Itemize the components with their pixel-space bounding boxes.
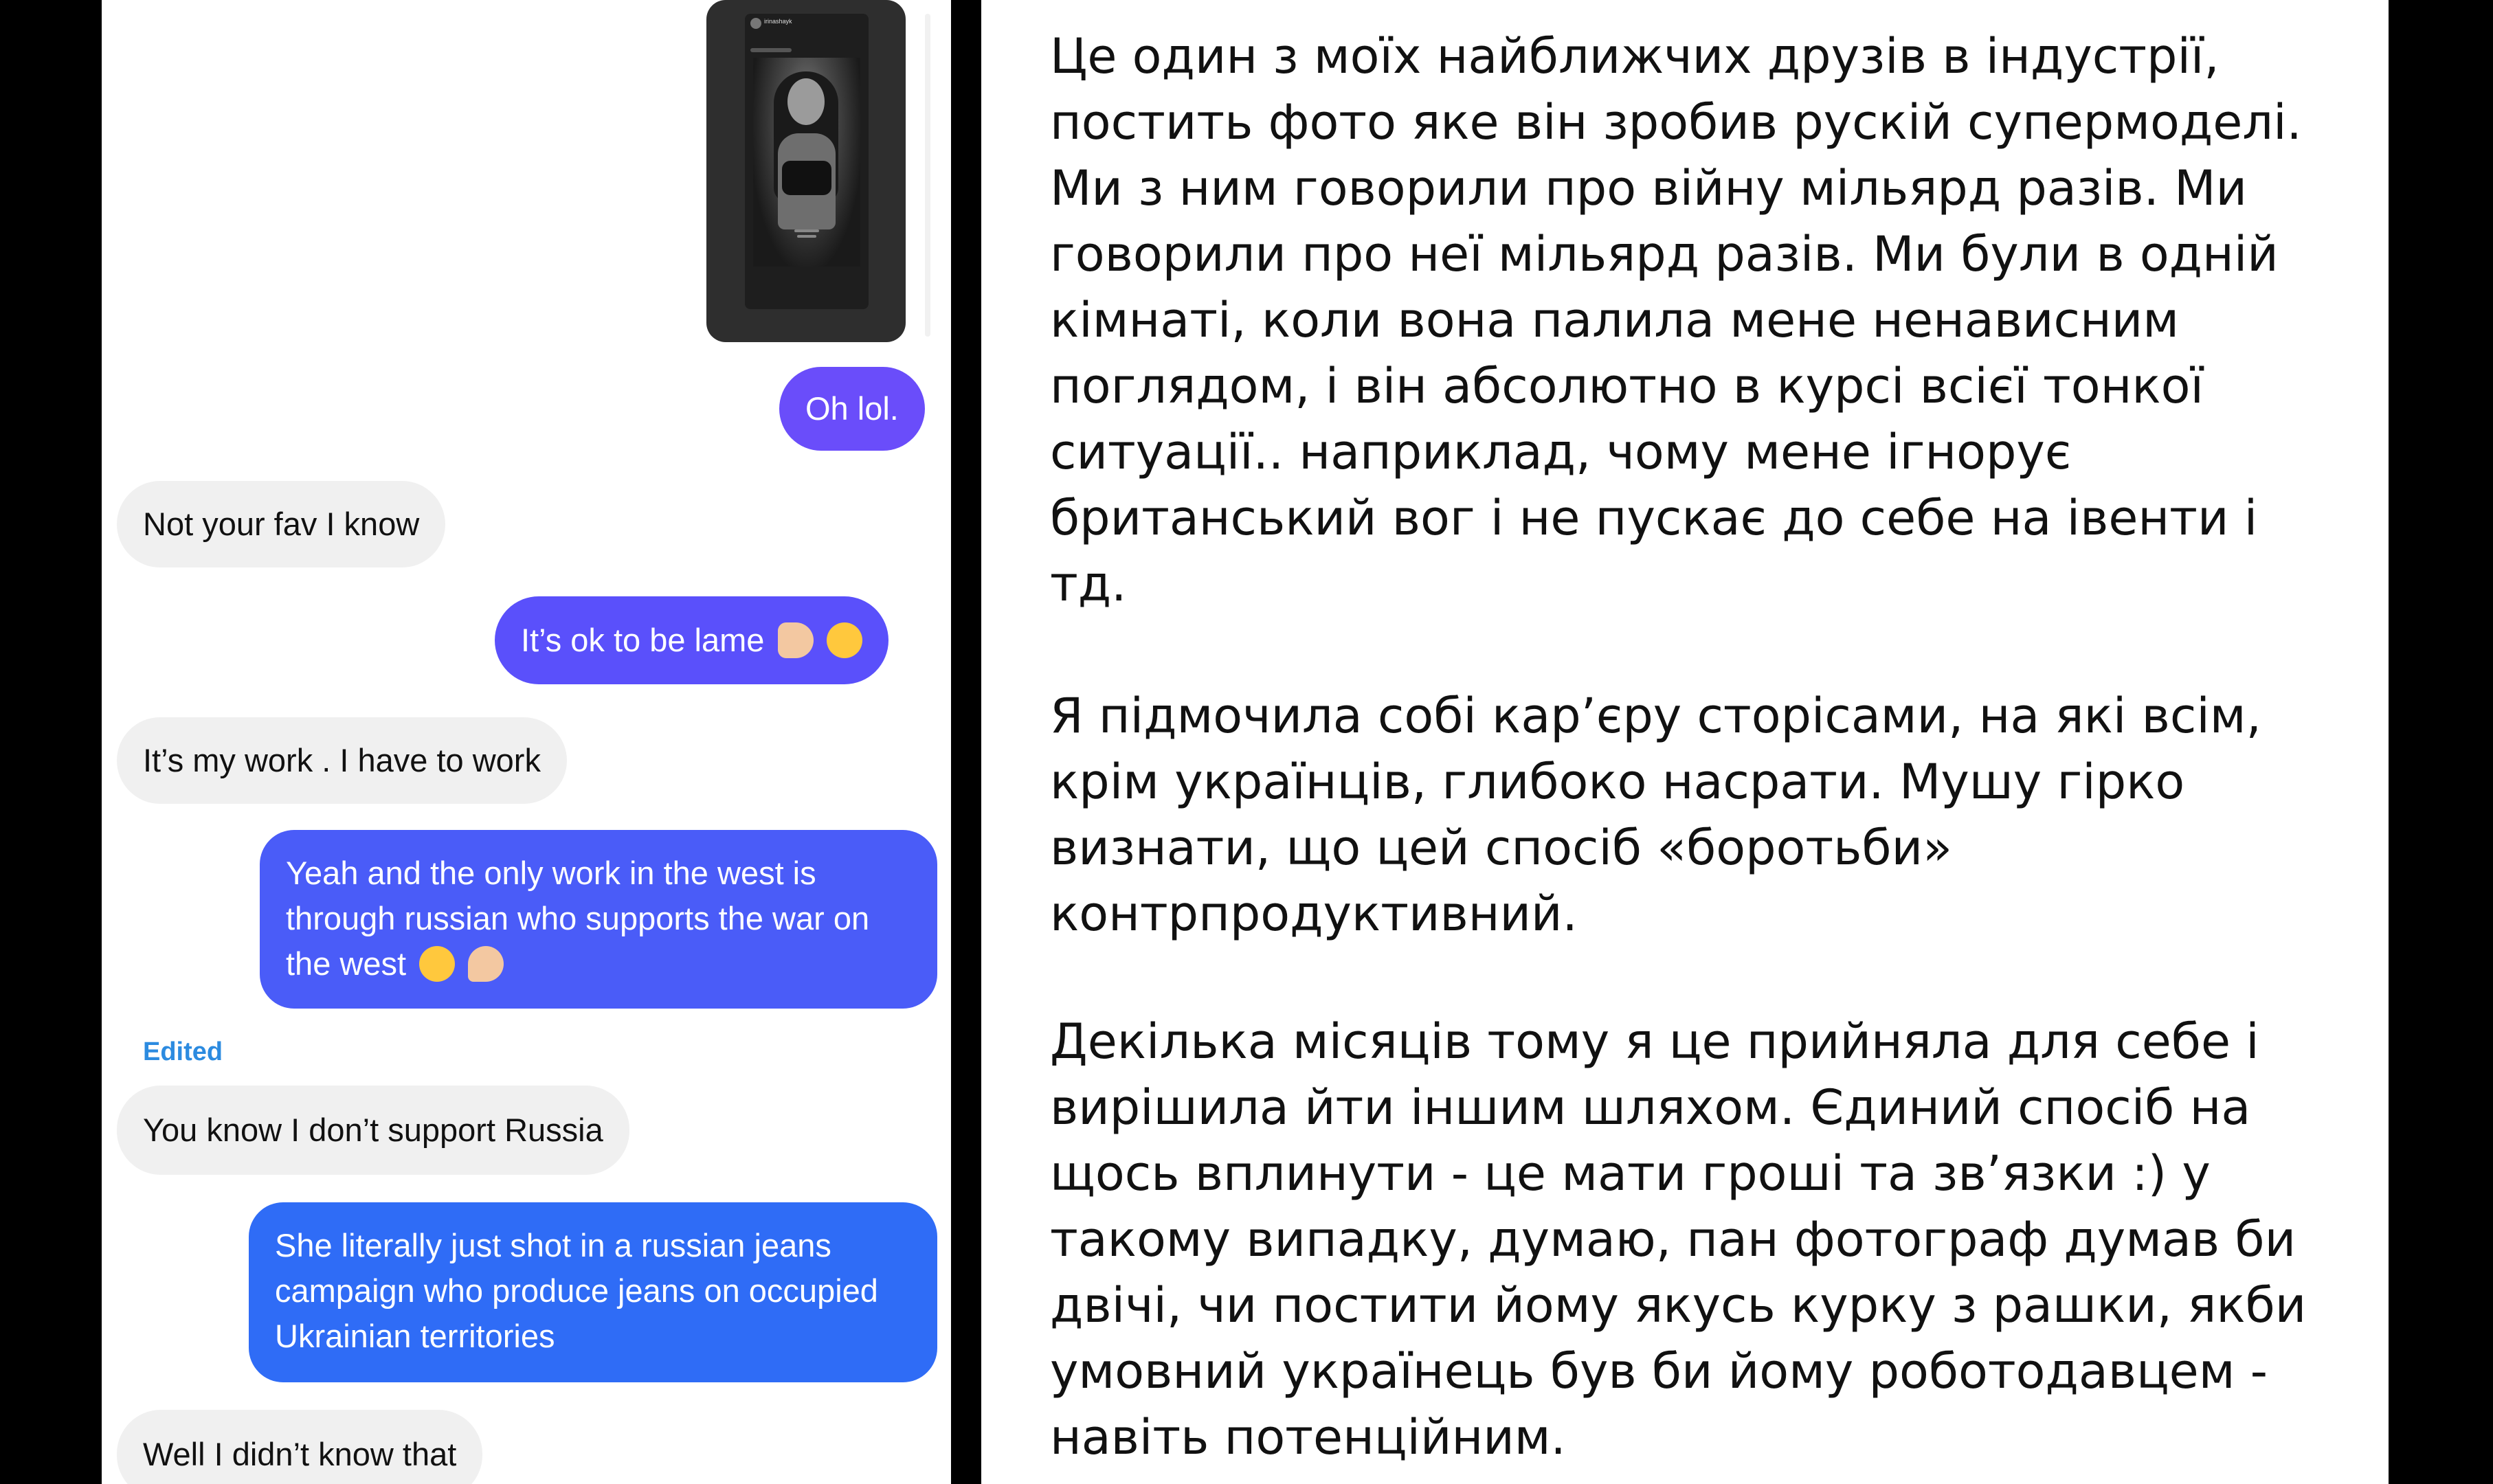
message-bubble-outgoing[interactable]: Oh lol. xyxy=(779,367,925,451)
story-photo xyxy=(753,58,860,267)
message-bubble-incoming[interactable]: Well I didn’t know that xyxy=(117,1410,483,1484)
story-preview: irinashayk xyxy=(745,14,869,309)
story-username: irinashayk xyxy=(764,18,792,25)
story-subtitle-placeholder xyxy=(750,48,792,52)
message-text: You know I don’t support Russia xyxy=(143,1112,603,1148)
message-text: Well I didn’t know that xyxy=(143,1436,457,1472)
photo-top xyxy=(782,161,831,195)
smiling-face-icon xyxy=(826,622,862,658)
message-text: It’s ok to be lame xyxy=(521,622,765,658)
story-avatar xyxy=(750,18,761,29)
chat-panel: irinashayk Oh lol. Not your fav I know I… xyxy=(102,0,951,1484)
post-text-panel: Це один з моїх найближчих друзів в індус… xyxy=(981,0,2389,1484)
photo-caption-line xyxy=(794,229,819,232)
message-bubble-incoming[interactable]: You know I don’t support Russia xyxy=(117,1086,629,1175)
message-bubble-outgoing[interactable]: Yeah and the only work in the west is th… xyxy=(260,830,937,1009)
photo-head xyxy=(787,78,825,125)
message-text: Oh lol. xyxy=(805,390,899,427)
post-paragraph: Я підмочила собі кар’єру сторісами, на я… xyxy=(1050,688,2261,942)
edited-label: Edited xyxy=(143,1037,223,1066)
shared-story-card[interactable]: irinashayk xyxy=(706,0,906,342)
laughing-face-icon xyxy=(419,945,456,982)
pinched-fingers-icon xyxy=(468,945,504,982)
post-paragraph: Декілька місяців тому я це прийняла для … xyxy=(1050,1013,2307,1465)
message-text: She literally just shot in a russian jea… xyxy=(275,1227,878,1354)
message-bubble-outgoing[interactable]: It’s ok to be lame xyxy=(495,596,888,684)
photo-caption-line xyxy=(797,235,816,238)
message-bubble-outgoing[interactable]: She literally just shot in a russian jea… xyxy=(249,1202,937,1382)
message-text: It’s my work . I have to work xyxy=(143,742,541,778)
message-text: Yeah and the only work in the west is th… xyxy=(286,855,870,982)
post-paragraph: Це один з моїх найближчих друзів в індус… xyxy=(1050,28,2302,612)
thumbs-up-icon xyxy=(777,622,814,658)
message-bubble-incoming[interactable]: Not your fav I know xyxy=(117,481,446,567)
message-text: Not your fav I know xyxy=(143,506,420,542)
message-bubble-incoming[interactable]: It’s my work . I have to work xyxy=(117,717,567,804)
scroll-indicator[interactable] xyxy=(925,14,930,337)
